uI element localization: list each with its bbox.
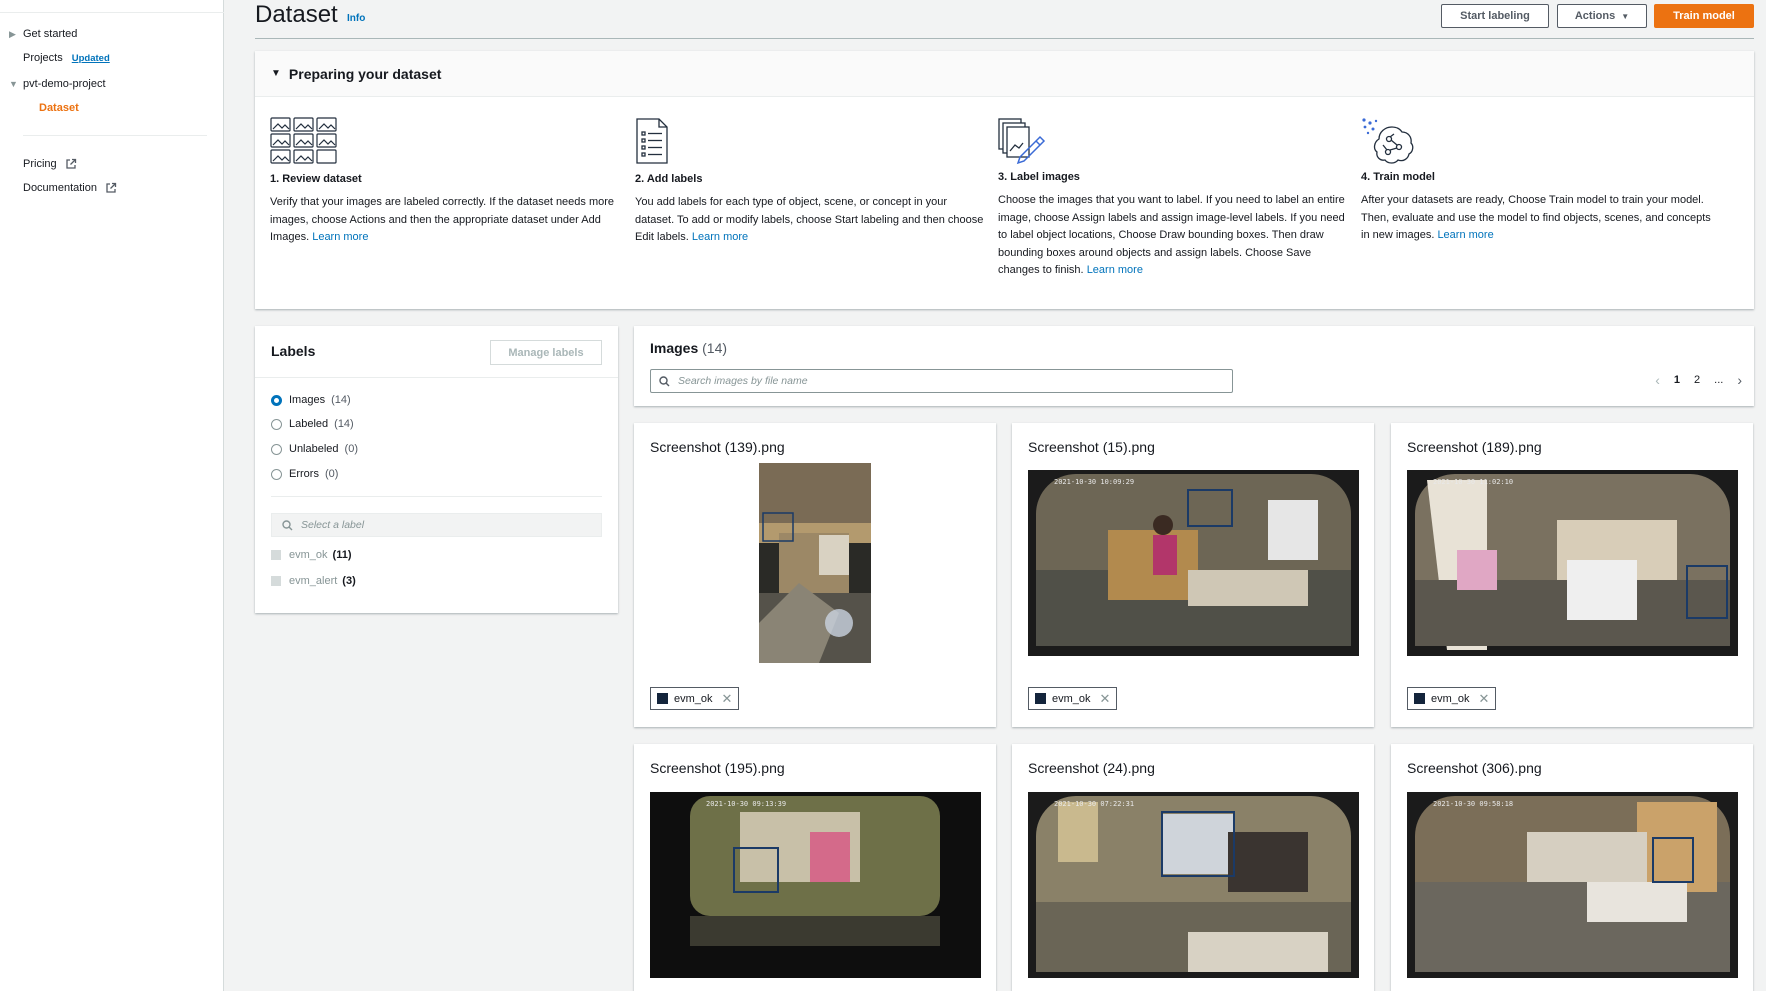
image-filename[interactable]: Screenshot (15).png — [1028, 439, 1155, 455]
chevron-left-icon[interactable]: ‹ — [1655, 372, 1660, 388]
train-model-button[interactable]: Train model — [1654, 4, 1754, 28]
image-search-input[interactable]: Search images by file name — [650, 369, 1233, 393]
learn-more-link[interactable]: Learn more — [692, 231, 748, 243]
header-divider — [255, 38, 1754, 39]
sidebar: ▶ Get started Projects Updated ▼ pvt-dem… — [0, 0, 224, 991]
manage-labels-button[interactable]: Manage labels — [490, 340, 602, 365]
image-card[interactable]: Screenshot (306).png 2021-10-30 09:58:18 — [1391, 744, 1753, 991]
label-search-input[interactable]: Select a label — [271, 513, 602, 537]
sidebar-link-documentation[interactable]: Documentation — [23, 182, 117, 194]
learn-more-link[interactable]: Learn more — [312, 231, 368, 243]
image-card[interactable]: Screenshot (195).png 2021-10-30 09:13:39 — [634, 744, 996, 991]
labels-title: Labels — [271, 343, 316, 359]
labels-divider — [271, 496, 602, 497]
video-timestamp: 2021-10-30 09:58:18 — [1433, 800, 1513, 808]
images-title: Images (14) — [650, 340, 728, 356]
label-tag: evm_ok ✕ — [1407, 687, 1497, 710]
image-filename[interactable]: Screenshot (24).png — [1028, 760, 1155, 776]
sidebar-item-projects[interactable]: Projects Updated — [23, 52, 110, 64]
caret-down-icon: ▼ — [271, 68, 281, 79]
step-train-model: 4. Train model After your datasets are r… — [1361, 117, 1713, 245]
label-pencil-icon — [998, 117, 1350, 171]
prep-panel: ▼ Preparing your dataset 1. Review datas… — [255, 51, 1754, 309]
label-item-evm-alert[interactable]: evm_alert (3) — [271, 575, 356, 587]
external-link-icon — [106, 182, 117, 193]
document-list-icon — [635, 117, 987, 173]
pagination: ‹ 1 2 ... › — [1641, 372, 1742, 388]
caret-down-icon: ▼ — [1621, 11, 1630, 21]
page-2[interactable]: 2 — [1694, 374, 1700, 386]
video-timestamp: 2021-10-30 09:13:39 — [706, 800, 786, 808]
learn-more-link[interactable]: Learn more — [1087, 264, 1143, 276]
label-tag: evm_ok ✕ — [1028, 687, 1118, 710]
video-timestamp: 2021-10-30 10:09:29 — [1054, 478, 1134, 486]
image-card[interactable]: Screenshot (15).png 2021-10-30 10:09:29 … — [1012, 423, 1374, 727]
image-card[interactable]: Screenshot (139).png evm_ok ✕ — [634, 423, 996, 727]
caret-down-icon: ▼ — [9, 79, 18, 89]
start-labeling-button[interactable]: Start labeling — [1441, 4, 1549, 28]
label-item-evm-ok[interactable]: evm_ok (11) — [271, 549, 352, 561]
page-title: Dataset — [255, 1, 338, 28]
brain-icon — [1361, 117, 1713, 171]
image-thumbnail[interactable] — [759, 463, 871, 663]
caret-right-icon: ▶ — [9, 28, 16, 39]
radio[interactable] — [271, 418, 282, 430]
image-card[interactable]: Screenshot (24).png 2021-10-30 07:22:31 — [1012, 744, 1374, 991]
radio-selected[interactable] — [271, 394, 282, 406]
close-icon[interactable]: ✕ — [1479, 691, 1490, 707]
chevron-right-icon[interactable]: › — [1737, 372, 1742, 388]
radio[interactable] — [271, 443, 282, 455]
sidebar-item-get-started[interactable]: ▶ Get started — [9, 28, 77, 40]
step-review-dataset: 1. Review dataset Verify that your image… — [270, 117, 622, 247]
image-filename[interactable]: Screenshot (195).png — [650, 760, 785, 776]
image-thumbnail[interactable]: 2021-10-30 09:58:18 — [1407, 792, 1738, 978]
external-link-icon — [65, 158, 76, 169]
labels-panel: Labels Manage labels Images (14) Labeled… — [255, 326, 618, 613]
filter-labeled[interactable]: Labeled (14) — [271, 418, 354, 430]
page-1[interactable]: 1 — [1674, 374, 1680, 386]
close-icon[interactable]: ✕ — [722, 691, 733, 707]
label-color-swatch — [1035, 693, 1046, 704]
close-icon[interactable]: ✕ — [1100, 691, 1111, 707]
image-filename[interactable]: Screenshot (189).png — [1407, 439, 1542, 455]
label-color-swatch — [1414, 693, 1425, 704]
prep-panel-header[interactable]: ▼ Preparing your dataset — [255, 51, 1754, 97]
image-thumbnail[interactable]: 2021-10-30 11:02:10 — [1407, 470, 1738, 656]
video-timestamp: 2021-10-30 07:22:31 — [1054, 800, 1134, 808]
label-color-swatch — [657, 693, 668, 704]
image-thumbnail[interactable]: 2021-10-30 07:22:31 — [1028, 792, 1359, 978]
image-grid-icon — [270, 117, 622, 173]
filter-images[interactable]: Images (14) — [271, 394, 351, 406]
step-add-labels: 2. Add labels You add labels for each ty… — [635, 117, 987, 247]
checkbox[interactable] — [271, 576, 281, 586]
radio[interactable] — [271, 468, 282, 480]
sidebar-link-pricing[interactable]: Pricing — [23, 158, 77, 170]
filter-unlabeled[interactable]: Unlabeled (0) — [271, 443, 358, 455]
images-panel: Images (14) Search images by file name ‹… — [634, 326, 1754, 406]
label-tag: evm_ok ✕ — [650, 687, 740, 710]
learn-more-link[interactable]: Learn more — [1437, 229, 1493, 241]
step-label-images: 3. Label images Choose the images that y… — [998, 117, 1350, 280]
sidebar-divider — [23, 135, 207, 136]
search-icon — [282, 519, 293, 530]
sidebar-item-dataset[interactable]: Dataset — [39, 102, 79, 114]
updated-badge[interactable]: Updated — [72, 53, 110, 64]
sidebar-item-project[interactable]: ▼ pvt-demo-project — [9, 78, 106, 90]
info-link[interactable]: Info — [347, 13, 365, 24]
image-card[interactable]: Screenshot (189).png 2021-10-30 11:02:10… — [1391, 423, 1753, 727]
image-filename[interactable]: Screenshot (139).png — [650, 439, 785, 455]
search-icon — [659, 375, 670, 386]
video-timestamp: 2021-10-30 11:02:10 — [1433, 478, 1513, 486]
filter-errors[interactable]: Errors (0) — [271, 468, 338, 480]
image-filename[interactable]: Screenshot (306).png — [1407, 760, 1542, 776]
page-ellipsis: ... — [1714, 374, 1724, 386]
checkbox[interactable] — [271, 550, 281, 560]
actions-button[interactable]: Actions ▼ — [1557, 4, 1647, 28]
image-thumbnail[interactable]: 2021-10-30 09:13:39 — [650, 792, 981, 978]
image-thumbnail[interactable]: 2021-10-30 10:09:29 — [1028, 470, 1359, 656]
